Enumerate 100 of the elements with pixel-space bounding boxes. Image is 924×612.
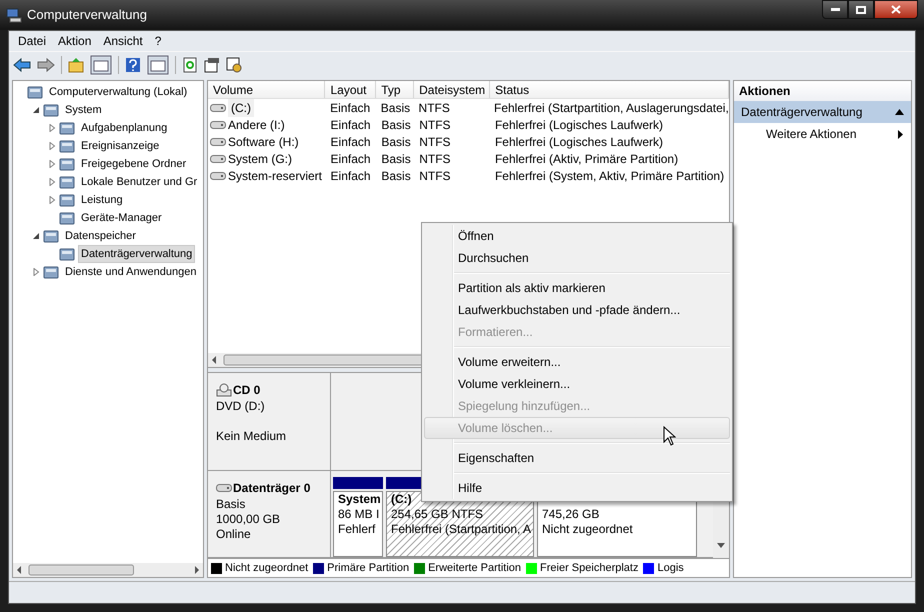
table-cell-text: Einfach — [330, 116, 371, 134]
folder-tool-icon — [59, 246, 75, 262]
legend-label: Nicht zugeordnet — [225, 560, 308, 576]
tree-item[interactable]: Ereignisanzeige — [78, 136, 162, 156]
menu-option[interactable]: Volume verkleinern... — [424, 373, 730, 395]
actions-section[interactable]: Datenträgerverwaltung — [734, 101, 911, 123]
column-header[interactable]: Typ — [376, 81, 414, 98]
forward-arrow-icon[interactable] — [37, 56, 55, 72]
table-cell: (C:) — [228, 98, 254, 116]
column-header[interactable]: Layout — [325, 81, 376, 98]
column-header[interactable]: Volume — [208, 81, 326, 98]
drive-icon — [210, 136, 226, 146]
drive-icon — [210, 170, 226, 180]
close-button[interactable] — [874, 0, 918, 19]
tree-item[interactable]: System — [62, 100, 105, 120]
folder-tool-icon — [43, 228, 59, 244]
tree-item[interactable]: Leistung — [78, 190, 126, 210]
mouse-pointer-icon — [663, 426, 676, 446]
window-title: Computerverwaltung — [27, 6, 147, 24]
menu-option[interactable]: Eigenschaften — [424, 447, 730, 469]
disk-name: CD 0 — [233, 382, 260, 399]
menu-option[interactable]: Volume erweitern... — [424, 351, 730, 373]
legend-label: Freier Speicherplatz — [540, 560, 638, 576]
properties-icon[interactable] — [204, 56, 220, 72]
tree-item[interactable]: Datenträgerverwaltung — [78, 244, 196, 264]
collapse-triangle-icon[interactable] — [895, 109, 904, 115]
action-link[interactable]: Weitere Aktionen — [766, 125, 856, 143]
column-header[interactable]: Dateisystem — [414, 81, 490, 98]
drive-icon — [216, 483, 232, 493]
folder-tool-icon — [59, 174, 75, 190]
expanded-arrow-icon[interactable] — [32, 106, 40, 114]
tree-item[interactable]: Freigegebene Ordner — [78, 154, 190, 174]
tree-item[interactable]: Computerverwaltung (Lokal) — [46, 82, 190, 102]
table-cell-text: Fehlerfrei (Aktiv, Primäre Partition) — [494, 150, 678, 168]
legend-label: Logis — [657, 560, 684, 576]
table-cell-text: Einfach — [330, 134, 371, 150]
computer-icon — [6, 7, 22, 23]
table-cell-text: NTFS — [418, 100, 450, 116]
legend-label: Erweiterte Partition — [428, 560, 522, 576]
menu-item[interactable]: Ansicht — [98, 32, 148, 50]
back-arrow-icon[interactable] — [13, 56, 31, 72]
tree-item[interactable]: Dienste und Anwendungen — [62, 262, 200, 282]
folder-up-icon[interactable] — [68, 56, 84, 72]
table-cell-text: NTFS — [418, 116, 451, 134]
maximize-button[interactable] — [848, 0, 874, 19]
table-cell-text: NTFS — [418, 168, 451, 184]
drive-icon — [210, 102, 226, 112]
collapsed-arrow-icon[interactable] — [48, 196, 56, 204]
tree-item[interactable]: Lokale Benutzer und Gr — [78, 172, 200, 192]
collapsed-arrow-icon[interactable] — [48, 160, 56, 168]
partition-block[interactable]: System 86 MB I Fehlerf — [333, 491, 383, 557]
menu-option[interactable]: Partition als aktiv markieren — [424, 277, 730, 299]
menu-option[interactable]: Durchsuchen — [424, 247, 730, 269]
partition-info: Nicht zugeordnet — [542, 522, 634, 537]
disk-info: Kein Medium — [216, 429, 288, 444]
table-cell-text: Basis — [380, 100, 410, 116]
table-cell-text: Einfach — [330, 168, 371, 184]
table-cell-text: Andere (I:) — [228, 116, 285, 134]
disc-drive-icon — [216, 383, 232, 397]
table-cell-text: Fehlerfrei (System, Aktiv, Primäre Partition) — [494, 168, 724, 184]
menu-option[interactable]: Öffnen — [424, 225, 730, 247]
submenu-arrow-icon — [898, 130, 903, 138]
table-cell-text: Basis — [380, 116, 411, 134]
column-header[interactable]: Status — [490, 81, 729, 98]
table-cell-text: Basis — [380, 150, 411, 168]
minimize-button[interactable] — [822, 0, 848, 19]
table-cell-text: NTFS — [418, 134, 451, 150]
menu-item[interactable]: ? — [150, 32, 166, 50]
folder-tool-icon — [59, 192, 75, 208]
collapsed-arrow-icon[interactable] — [32, 268, 40, 276]
table-cell-text: Basis — [380, 168, 411, 184]
table-cell-text: Fehlerfrei (Logisches Laufwerk) — [494, 116, 664, 134]
table-cell-text: System-reserviert — [228, 168, 322, 184]
menu-item[interactable]: Aktion — [53, 32, 96, 50]
partition-info: 254,65 GB NTFS — [391, 507, 484, 522]
panel-toggle-icon[interactable] — [147, 54, 169, 74]
tree-item[interactable]: Aufgabenplanung — [78, 118, 170, 138]
folder-tool-icon — [43, 264, 59, 280]
menu-item[interactable]: Datei — [13, 32, 52, 50]
folder-tool-icon — [59, 156, 75, 172]
panel-toggle-icon[interactable] — [90, 54, 112, 74]
refresh-icon[interactable] — [182, 56, 198, 72]
tree-item[interactable]: Datenspeicher — [62, 226, 139, 246]
folder-tool-icon — [59, 120, 75, 136]
table-cell-text: NTFS — [418, 150, 451, 168]
collapsed-arrow-icon[interactable] — [48, 142, 56, 150]
help-icon[interactable] — [125, 56, 141, 72]
disk-info: DVD (D:) — [216, 399, 266, 414]
collapsed-arrow-icon[interactable] — [48, 124, 56, 132]
disk-info: 1000,00 GB — [216, 512, 282, 527]
close-icon — [891, 5, 901, 14]
tree-item[interactable]: Geräte-Manager — [78, 208, 165, 228]
collapsed-arrow-icon[interactable] — [48, 178, 56, 186]
folder-tool-icon — [43, 102, 59, 118]
expanded-arrow-icon[interactable] — [32, 232, 40, 240]
partition-name: (C:) — [391, 492, 413, 507]
settings-icon[interactable] — [226, 56, 242, 72]
horizontal-scrollbar[interactable] — [13, 563, 203, 577]
table-cell-text: System (G:) — [228, 150, 292, 168]
menu-option[interactable]: Laufwerkbuchstaben und -pfade ändern... — [424, 299, 730, 321]
